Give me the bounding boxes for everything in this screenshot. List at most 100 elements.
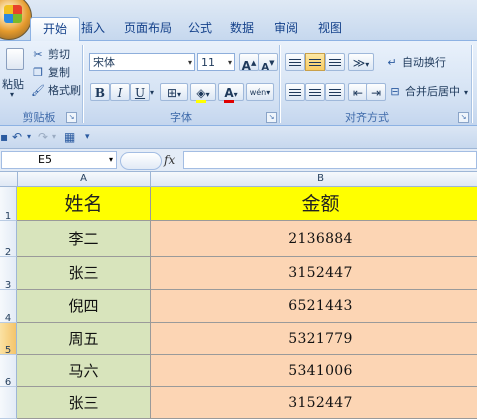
formula-input[interactable] <box>183 151 477 169</box>
undo-dropdown-icon[interactable]: ▾ <box>27 129 31 145</box>
tab-data[interactable]: 数据 <box>218 17 266 39</box>
tab-page-layout[interactable]: 页面布局 <box>112 17 184 39</box>
grow-font-label: A <box>241 59 251 73</box>
decrease-indent-icon: ⇤ <box>352 86 364 100</box>
merge-center-button[interactable]: ⊟ 合并后居中 ▾ <box>388 83 468 101</box>
increase-indent-button[interactable]: ⇥ <box>366 83 386 101</box>
office-logo-icon <box>4 5 22 23</box>
copy-icon: ❐ <box>33 66 43 79</box>
align-middle-button[interactable] <box>305 53 325 71</box>
fill-color-button[interactable]: ◈▾ <box>190 83 216 103</box>
save-icon[interactable]: ▪ <box>0 129 8 145</box>
phonetic-guide-button[interactable]: wén▾ <box>246 83 274 101</box>
align-left-button[interactable] <box>285 83 305 101</box>
tab-insert[interactable]: 插入 <box>69 17 117 39</box>
redo-icon[interactable]: ↷ <box>38 129 48 145</box>
align-center-icon <box>309 89 321 98</box>
shrink-font-label: A <box>261 62 270 73</box>
text-orientation-icon: ≫ <box>352 56 366 70</box>
copy-label: 复制 <box>48 66 70 79</box>
alignment-launcher-icon[interactable]: ↘ <box>458 112 469 123</box>
bold-button[interactable]: B <box>90 83 110 101</box>
row-header[interactable]: 1 <box>0 187 17 222</box>
chevron-down-icon: ▾ <box>227 58 232 67</box>
row-header-active[interactable]: 5 <box>0 323 17 356</box>
cell-b6[interactable]: 5341006 <box>151 355 477 387</box>
underline-dropdown-icon[interactable]: ▾ <box>150 88 154 97</box>
cell-b2[interactable]: 2136884 <box>151 221 477 257</box>
row-header[interactable]: 6 <box>0 355 17 388</box>
column-header-b[interactable]: B <box>151 172 477 186</box>
borders-icon: ⊞ <box>166 86 178 100</box>
redo-dropdown-icon[interactable]: ▾ <box>52 129 56 145</box>
cell-a1[interactable]: 姓名 <box>17 187 151 221</box>
decrease-indent-button[interactable]: ⇤ <box>348 83 368 101</box>
merge-cells-icon: ⊟ <box>390 85 400 98</box>
italic-button[interactable]: I <box>110 83 130 101</box>
copy-button[interactable]: ❐ 复制 <box>31 64 70 82</box>
merge-center-label: 合并后居中 <box>405 85 460 98</box>
font-size-combo[interactable]: 11 ▾ <box>197 53 235 71</box>
chevron-down-icon: ▾ <box>187 58 192 67</box>
paste-button[interactable]: 粘贴 ▾ <box>2 48 28 104</box>
font-launcher-icon[interactable]: ↘ <box>266 112 277 123</box>
cell-a3[interactable]: 张三 <box>17 257 151 290</box>
group-separator <box>279 45 280 123</box>
cell-b7[interactable]: 3152447 <box>151 387 477 419</box>
font-name-combo[interactable]: 宋体 ▾ <box>89 53 195 71</box>
paste-icon <box>6 48 24 70</box>
row-header[interactable]: 3 <box>0 257 17 291</box>
grow-font-button[interactable]: A▲ <box>239 53 259 73</box>
wrap-text-button[interactable]: ↵ 自动换行 <box>385 54 446 72</box>
insert-function-button[interactable]: fx <box>164 150 175 170</box>
borders-button[interactable]: ⊞▾ <box>160 83 188 101</box>
row-header[interactable]: 4 <box>0 290 17 324</box>
group-separator <box>82 45 83 123</box>
tab-view[interactable]: 视图 <box>306 17 354 39</box>
font-name-value: 宋体 <box>93 56 115 69</box>
alignment-group-label: 对齐方式 <box>345 111 389 124</box>
align-center-button[interactable] <box>305 83 325 101</box>
cell-a4[interactable]: 倪四 <box>17 290 151 323</box>
column-header-a[interactable]: A <box>17 172 151 186</box>
name-box[interactable]: E5 ▾ <box>1 151 117 169</box>
group-separator <box>471 45 472 123</box>
paste-dropdown-icon: ▾ <box>10 90 15 99</box>
select-all-button[interactable] <box>0 172 18 186</box>
formula-bar-resize-handle[interactable] <box>120 152 162 170</box>
row-header[interactable]: 7 <box>0 387 17 419</box>
orientation-button[interactable]: ≫▾ <box>348 53 374 71</box>
cell-b3[interactable]: 3152447 <box>151 257 477 290</box>
format-painter-button[interactable]: 🖌 格式刷 <box>31 82 81 100</box>
align-top-icon <box>289 59 301 68</box>
format-painter-label: 格式刷 <box>48 84 81 97</box>
name-box-value: E5 <box>38 153 52 166</box>
cut-label: 剪切 <box>48 48 70 61</box>
row-header[interactable]: 2 <box>0 221 17 258</box>
phonetic-label: wén <box>249 88 267 97</box>
align-bottom-button[interactable] <box>325 53 345 71</box>
tab-review[interactable]: 审阅 <box>262 17 310 39</box>
cell-b4[interactable]: 6521443 <box>151 290 477 323</box>
sheet-icon[interactable]: ▦ <box>64 129 75 145</box>
cell-b1[interactable]: 金额 <box>151 187 477 221</box>
fill-bucket-icon: ◈ <box>196 86 206 103</box>
align-right-button[interactable] <box>325 83 345 101</box>
clipboard-launcher-icon[interactable]: ↘ <box>66 112 77 123</box>
shrink-font-button[interactable]: A▼ <box>258 53 278 73</box>
font-group-label: 字体 <box>170 111 192 124</box>
align-top-button[interactable] <box>285 53 305 71</box>
tab-formulas[interactable]: 公式 <box>176 17 224 39</box>
scissors-icon: ✂ <box>33 48 43 61</box>
underline-button[interactable]: U <box>130 83 150 101</box>
customize-toolbar-icon[interactable]: ▾ <box>85 129 90 145</box>
cell-b5[interactable]: 5321779 <box>151 323 477 355</box>
align-left-icon <box>289 89 301 98</box>
cell-a7[interactable]: 张三 <box>17 387 151 419</box>
undo-icon[interactable]: ↶ <box>12 129 22 145</box>
cut-button[interactable]: ✂ 剪切 <box>31 46 70 64</box>
font-color-button[interactable]: A▾ <box>218 83 244 103</box>
cell-a2[interactable]: 李二 <box>17 221 151 257</box>
cell-a5[interactable]: 周五 <box>17 323 151 355</box>
cell-a6[interactable]: 马六 <box>17 355 151 387</box>
